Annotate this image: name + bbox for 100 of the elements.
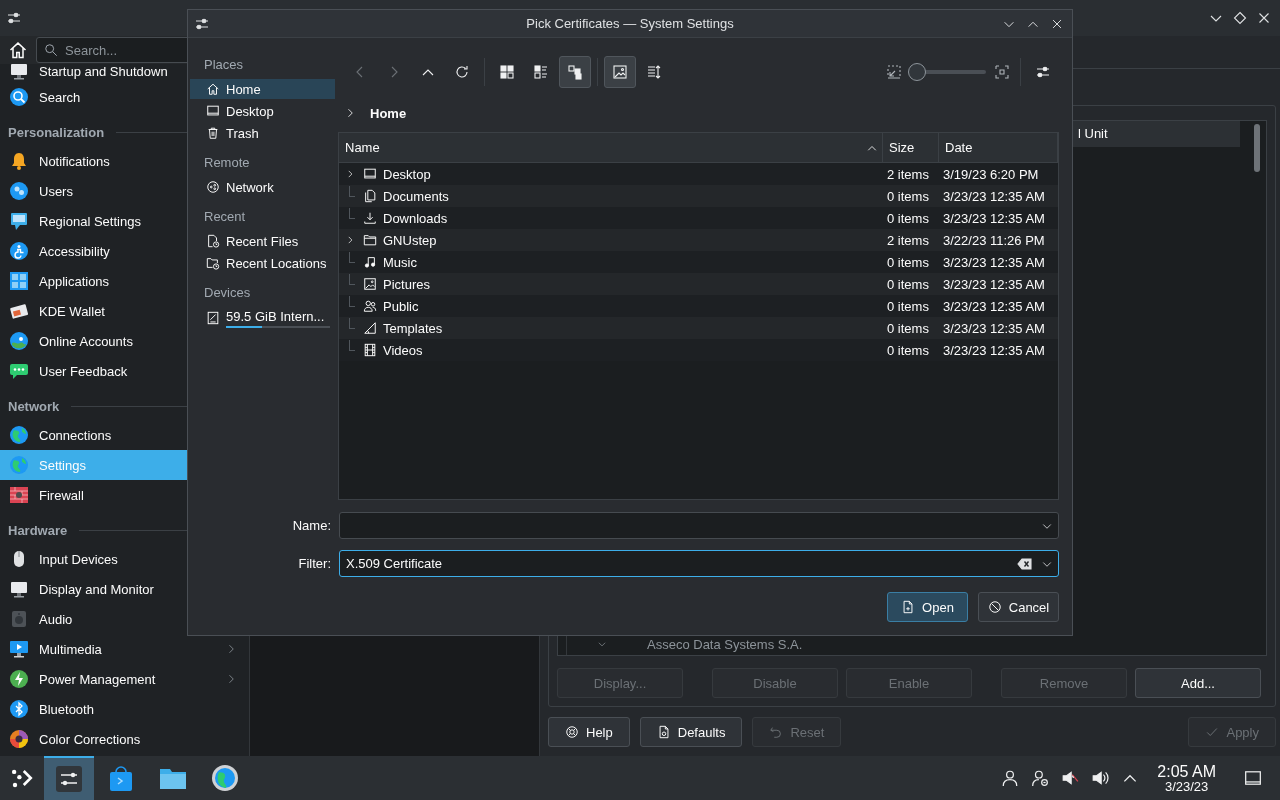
zoom-out-icon[interactable]	[886, 64, 902, 80]
sidebar-item[interactable]: Display and Monitor	[0, 574, 249, 604]
places-item[interactable]: Network	[190, 177, 335, 197]
monitor-icon	[9, 579, 29, 599]
search-icon	[44, 43, 58, 57]
color-wheel-icon	[9, 729, 29, 749]
check-icon	[1205, 725, 1220, 739]
sidebar-item[interactable]: Connections	[0, 420, 249, 450]
user-icon[interactable]	[1001, 769, 1020, 787]
play-monitor-icon	[9, 639, 29, 659]
column-header[interactable]: Name	[339, 133, 883, 162]
expander-icon[interactable]	[597, 639, 607, 649]
sidebar-item[interactable]: Multimedia	[0, 634, 249, 664]
places-item[interactable]: Recent Files	[190, 231, 335, 251]
dialog-button[interactable]: Open	[887, 592, 968, 622]
file-name: Videos	[383, 342, 423, 358]
document-icon	[901, 600, 916, 614]
card-icon	[9, 301, 29, 321]
sidebar-item[interactable]: Color Corrections	[0, 724, 249, 754]
clear-icon[interactable]	[1017, 555, 1033, 572]
speaker-muted-icon[interactable]	[1061, 769, 1080, 787]
device-label: 59.5 GiB Intern...	[226, 308, 326, 324]
task-button[interactable]	[44, 756, 94, 800]
table-cell-text: 0 items	[886, 276, 930, 292]
image-icon	[363, 277, 377, 291]
file-row[interactable]: GNUstep 2 items 3/22/23 11:26 PM	[339, 229, 1058, 251]
sidebar-item[interactable]: Input Devices	[0, 544, 249, 574]
places-item[interactable]: 59.5 GiB Intern...	[190, 307, 335, 329]
file-name: Templates	[383, 320, 443, 336]
file-row[interactable]: Templates 0 items 3/23/23 12:35 AM	[339, 317, 1058, 339]
table-cell-text: 3/23/23 12:35 AM	[942, 320, 1046, 336]
action-button[interactable]: Add...	[1135, 668, 1261, 698]
table-cell-text: 0 items	[886, 210, 930, 226]
speech-bubble-icon	[9, 211, 29, 231]
scrollbar[interactable]	[1254, 124, 1260, 172]
lightning-icon	[9, 669, 29, 689]
zoom-slider[interactable]	[908, 62, 988, 82]
toolbar-button[interactable]	[559, 56, 591, 88]
monitor-icon	[9, 61, 29, 81]
bluetooth-icon	[9, 699, 29, 719]
window-title: Pick Certificates — System Settings	[526, 16, 734, 31]
documents-icon	[363, 189, 377, 203]
tree-row[interactable]: Asseco Data Systems S.A.	[591, 633, 1266, 655]
table-cell-text: 3/22/23 11:26 PM	[942, 232, 1046, 248]
download-icon	[363, 211, 377, 225]
column-header[interactable]: Size	[883, 133, 939, 162]
sidebar-item[interactable]: User Feedback	[0, 356, 249, 386]
section-heading: Personalization	[8, 124, 105, 140]
sidebar-item[interactable]: Online Accounts	[0, 326, 249, 356]
trash-icon	[206, 126, 220, 140]
user-switch-icon[interactable]	[1031, 769, 1050, 787]
places-item[interactable]: Home	[190, 79, 335, 99]
show-desktop-icon[interactable]	[1244, 769, 1262, 787]
table-cell-text: 3/23/23 12:35 AM	[942, 298, 1046, 314]
places-heading: Recent	[204, 208, 247, 226]
globe-icon	[9, 455, 29, 475]
table-cell-text: 0 items	[886, 254, 930, 270]
breadcrumb-item[interactable]: Home	[370, 105, 407, 121]
places-item[interactable]: Recent Locations	[190, 253, 335, 273]
footer-button[interactable]: Help	[548, 717, 630, 747]
expander-icon[interactable]	[345, 235, 355, 245]
places-item[interactable]: Desktop	[190, 101, 335, 121]
volume-icon[interactable]	[1091, 769, 1110, 787]
people-icon	[363, 299, 377, 313]
file-row[interactable]: Documents 0 items 3/23/23 12:35 AM	[339, 185, 1058, 207]
bell-icon	[9, 151, 29, 171]
column-header[interactable]: Date	[939, 133, 1058, 162]
folder-icon	[363, 233, 377, 247]
sidebar-item[interactable]: Audio	[0, 604, 249, 634]
sidebar-item[interactable]: Bluetooth	[0, 694, 249, 724]
accessibility-icon	[9, 241, 29, 261]
expander-icon[interactable]	[345, 169, 355, 179]
combo-field[interactable]: X.509 Certificate	[339, 550, 1059, 577]
monitor-icon	[206, 104, 220, 118]
globe-gear-icon	[209, 762, 241, 794]
file-name: Pictures	[383, 276, 430, 292]
folder-clock-icon	[206, 256, 220, 270]
table-cell-text: 3/23/23 12:35 AM	[942, 188, 1046, 204]
zoom-in-icon[interactable]	[994, 64, 1010, 80]
document-icon	[656, 725, 671, 739]
footer-button[interactable]: Defaults	[639, 717, 743, 747]
sidebar-item[interactable]: Power Management	[0, 664, 249, 694]
sliders-icon[interactable]	[6, 10, 22, 26]
dialog-button[interactable]: Cancel	[978, 592, 1059, 622]
chat-bubble-icon	[9, 361, 29, 381]
sidebar-item[interactable]: Firewall	[0, 480, 249, 510]
places-item[interactable]: Trash	[190, 123, 335, 143]
monitor-icon	[363, 167, 377, 181]
sliders-icon	[1035, 64, 1051, 80]
brick-wall-icon	[9, 485, 29, 505]
music-note-icon	[363, 255, 377, 269]
table-cell-text: 3/23/23 12:35 AM	[942, 342, 1046, 358]
file-name: Downloads	[383, 210, 448, 226]
diamond-icon[interactable]	[1232, 10, 1248, 26]
combo-field[interactable]	[339, 512, 1059, 539]
file-row[interactable]: Pictures 0 items 3/23/23 12:35 AM	[339, 273, 1058, 295]
globe-icon	[9, 331, 29, 351]
speaker-icon	[9, 609, 29, 629]
clock[interactable]: 2:05 AM 3/23/23	[1157, 763, 1216, 793]
triangle-icon	[363, 321, 377, 335]
